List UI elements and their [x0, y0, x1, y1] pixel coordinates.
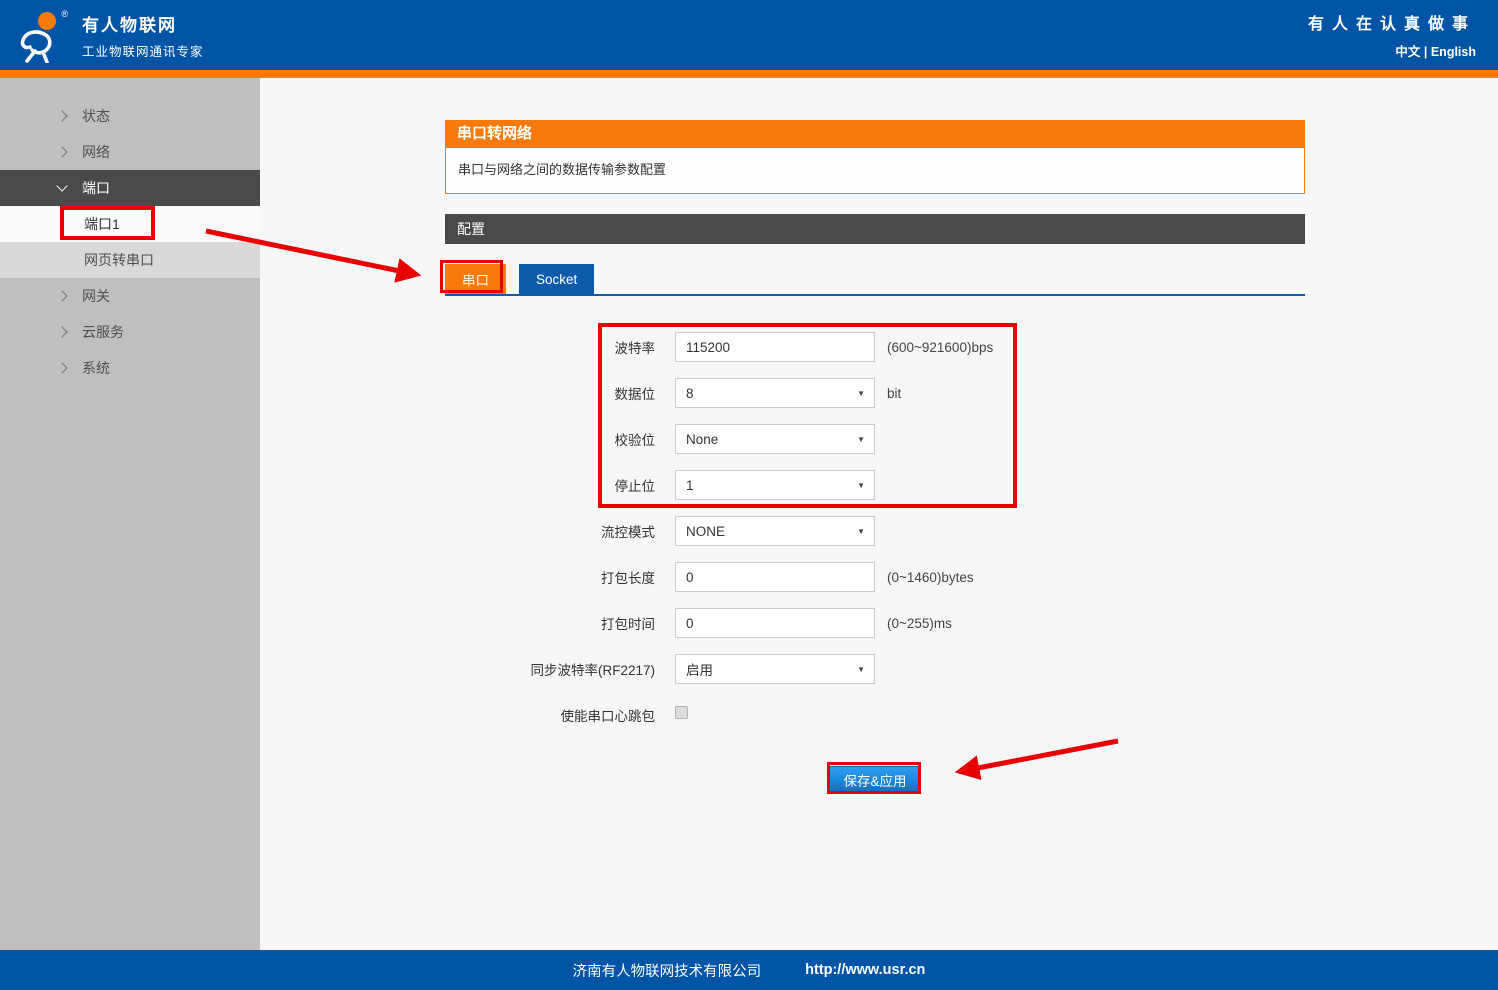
form-row-baud-rate: 波特率 (600~921600)bps: [445, 332, 1305, 362]
sidebar-item-label: 状态: [82, 108, 110, 124]
sidebar-item-6[interactable]: 云服务: [0, 314, 260, 350]
parity-select[interactable]: None ▼: [675, 424, 875, 454]
app-footer: 济南有人物联网技术有限公司 http://www.usr.cn: [0, 950, 1498, 990]
form-row-flow-control: 流控模式 NONE ▼: [445, 516, 1305, 546]
form-row-sync-baudrate: 同步波特率(RF2217) 启用 ▼: [445, 654, 1305, 684]
orange-accent-strip: [0, 70, 1498, 78]
chevron-right-icon: [56, 110, 68, 122]
sidebar-item-label: 端口1: [84, 216, 120, 232]
sidebar-item-label: 网关: [82, 288, 110, 304]
form-label: 打包长度: [601, 571, 655, 586]
serial-form: 波特率(600~921600)bps数据位8▼bit校验位None▼停止位1▼流…: [445, 332, 1305, 730]
save-apply-button[interactable]: 保存&应用: [829, 766, 921, 793]
page-title: 串口转网络: [445, 120, 1305, 148]
sidebar-item-label: 端口: [82, 180, 110, 196]
form-label: 波特率: [614, 341, 656, 356]
select-value: 8: [686, 385, 694, 401]
form-label: 停止位: [614, 479, 656, 494]
data-bits-select[interactable]: 8 ▼: [675, 378, 875, 408]
form-label: 数据位: [614, 387, 656, 402]
form-row-stop-bits: 停止位 1 ▼: [445, 470, 1305, 500]
caret-down-icon: ▼: [857, 480, 865, 490]
select-value: None: [686, 431, 719, 447]
caret-down-icon: ▼: [857, 664, 865, 674]
slogan: 有人在认真做事: [1307, 16, 1476, 33]
page-description: 串口与网络之间的数据传输参数配置: [445, 148, 1305, 194]
caret-down-icon: ▼: [857, 388, 865, 398]
sidebar: 状态网络端口端口1 网页转串口网关云服务系统: [0, 78, 260, 950]
form-hint: (0~255)ms: [887, 615, 952, 631]
sidebar-item-label: 云服务: [82, 324, 124, 340]
language-switch: 中文 | English: [1308, 41, 1476, 60]
form-hint: (0~1460)bytes: [887, 569, 974, 585]
brand-title: 有人物联网: [82, 15, 177, 35]
flow-control-select[interactable]: NONE ▼: [675, 516, 875, 546]
caret-down-icon: ▼: [857, 434, 865, 444]
chevron-right-icon: [56, 146, 68, 158]
main-content: 串口转网络 串口与网络之间的数据传输参数配置 配置 串口 Socket 波特率 (…: [260, 78, 1498, 950]
select-value: NONE: [686, 523, 726, 539]
app-header: ® 有人物联网 工业物联网通讯专家 有人在认真做事 中文 | English: [0, 0, 1498, 70]
packing-length-input[interactable]: [675, 562, 875, 592]
tab-socket[interactable]: Socket: [519, 264, 595, 294]
baud-rate-input[interactable]: [675, 332, 875, 362]
chevron-down-icon: [56, 180, 68, 192]
sidebar-item-label: 系统: [82, 360, 110, 376]
form-row-packing-time: 打包时间 (0~255)ms: [445, 608, 1305, 638]
sidebar-item-2[interactable]: 端口: [0, 170, 260, 206]
select-value: 1: [686, 477, 694, 493]
sidebar-item-4[interactable]: 网页转串口: [0, 242, 260, 278]
brand-subtitle: 工业物联网通讯专家: [82, 44, 204, 59]
stop-bits-select[interactable]: 1 ▼: [675, 470, 875, 500]
form-label: 校验位: [614, 433, 656, 448]
sidebar-item-3[interactable]: 端口1: [0, 206, 260, 242]
sync-baudrate-select[interactable]: 启用 ▼: [675, 654, 875, 684]
chevron-right-icon: [56, 362, 68, 374]
sidebar-item-0[interactable]: 状态: [0, 98, 260, 134]
caret-down-icon: ▼: [857, 526, 865, 536]
sidebar-item-label: 网络: [82, 144, 110, 160]
form-row-packing-length: 打包长度 (0~1460)bytes: [445, 562, 1305, 592]
sidebar-item-label: 网页转串口: [84, 252, 154, 268]
form-label: 同步波特率(RF2217): [530, 663, 655, 678]
form-row-data-bits: 数据位 8 ▼ bit: [445, 378, 1305, 408]
chevron-right-icon: [56, 326, 68, 338]
sidebar-item-1[interactable]: 网络: [0, 134, 260, 170]
heartbeat-enable-checkbox[interactable]: [675, 706, 688, 719]
registered-mark: ®: [61, 9, 68, 19]
lang-en-link[interactable]: English: [1431, 45, 1476, 59]
form-row-parity: 校验位 None ▼: [445, 424, 1305, 454]
lang-zh-link[interactable]: 中文: [1395, 45, 1420, 59]
form-label: 使能串口心跳包: [560, 709, 656, 724]
tab-bar: 串口 Socket: [445, 264, 1305, 296]
section-title: 配置: [445, 214, 1305, 244]
sidebar-item-7[interactable]: 系统: [0, 350, 260, 386]
sidebar-item-5[interactable]: 网关: [0, 278, 260, 314]
usr-logo-icon: ®: [14, 7, 70, 64]
lang-divider: |: [1423, 45, 1428, 59]
footer-company: 济南有人物联网技术有限公司: [572, 963, 762, 980]
form-row-heartbeat-enable: 使能串口心跳包: [445, 700, 1305, 730]
select-value: 启用: [686, 663, 713, 678]
page: ® 有人物联网 工业物联网通讯专家 有人在认真做事 中文 | English 状…: [0, 0, 1498, 990]
tab-serial[interactable]: 串口: [445, 264, 506, 294]
packing-time-input[interactable]: [675, 608, 875, 638]
footer-url-link[interactable]: http://www.usr.cn: [805, 962, 925, 978]
form-hint: bit: [887, 385, 902, 401]
form-label: 打包时间: [601, 617, 655, 632]
form-hint: (600~921600)bps: [887, 339, 994, 355]
chevron-right-icon: [56, 290, 68, 302]
form-label: 流控模式: [601, 525, 655, 540]
